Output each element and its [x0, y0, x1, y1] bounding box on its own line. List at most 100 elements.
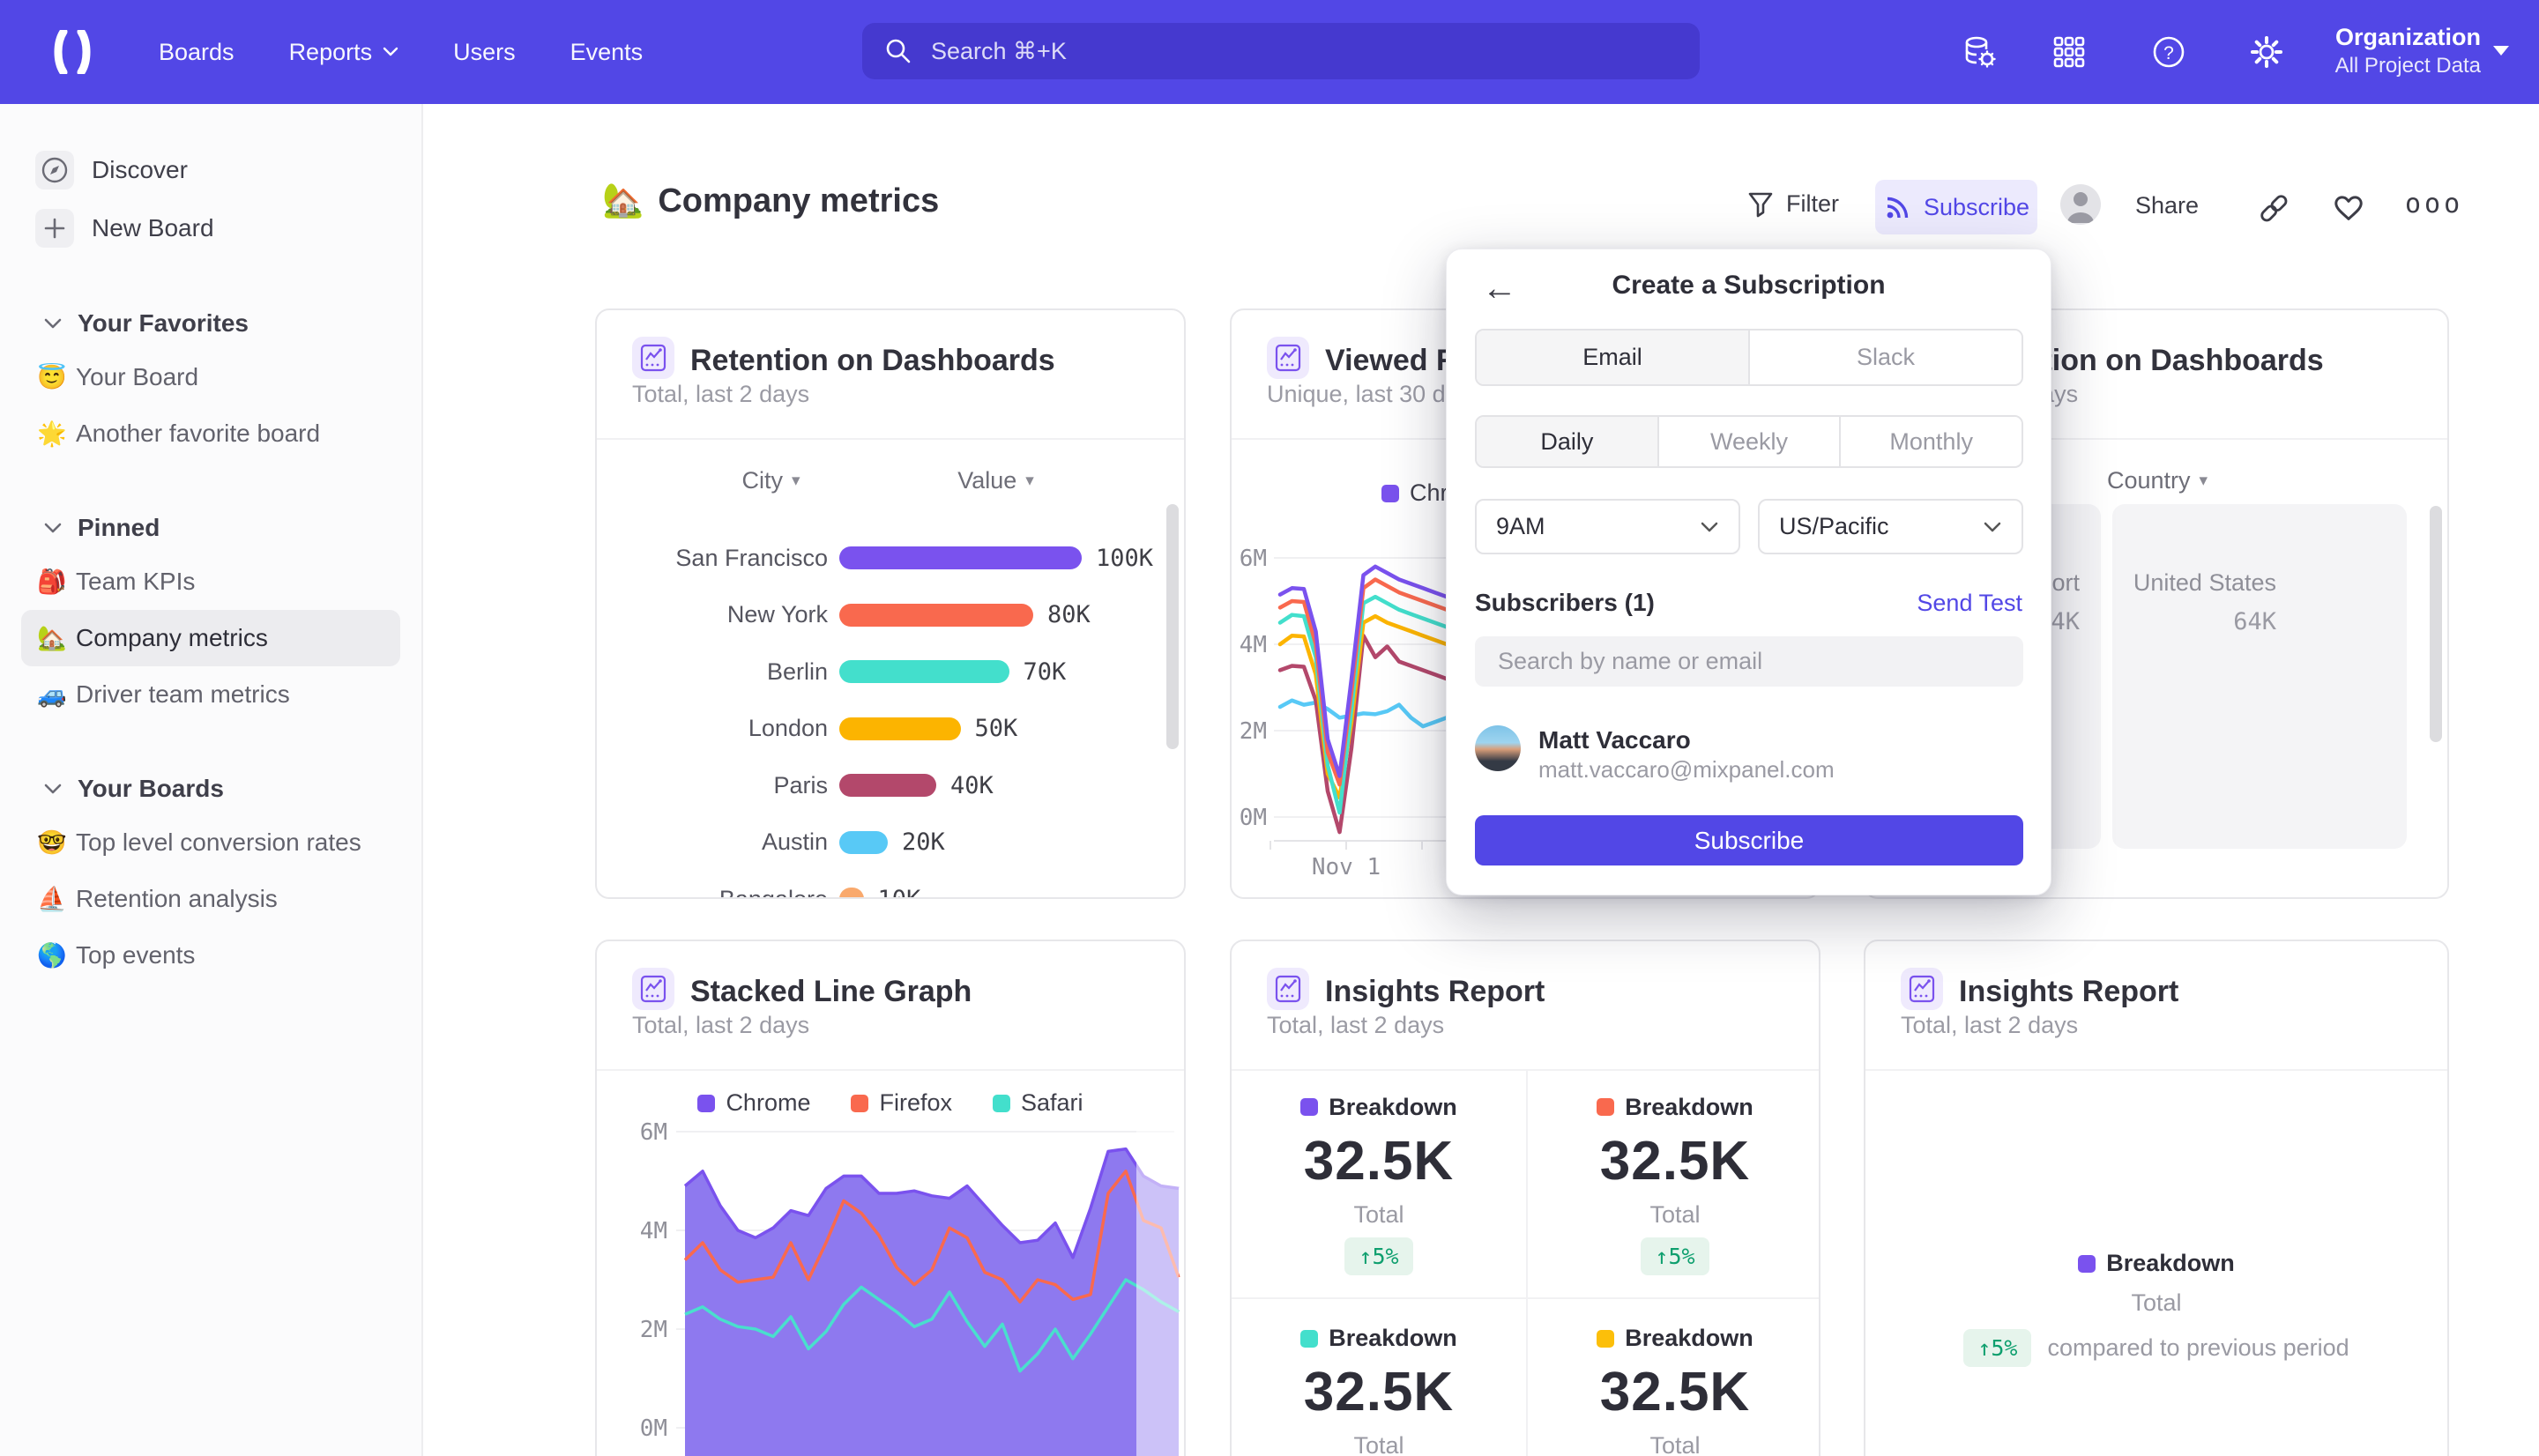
more-options-button[interactable]: ooo: [2405, 189, 2463, 219]
table-row[interactable]: Berlin70K: [597, 649, 1184, 695]
metric-block: Breakdown Total ↑5% compared to previous…: [1865, 1250, 2447, 1367]
value-bar: [839, 774, 936, 797]
sidebar-section-your-boards[interactable]: Your Boards: [0, 763, 421, 814]
row-value: 10K: [878, 886, 921, 900]
help-icon[interactable]: ?: [2151, 34, 2186, 70]
sidebar-discover[interactable]: Discover: [0, 141, 421, 199]
sidebar-item-label: Another favorite board: [76, 420, 320, 448]
person-icon: [2060, 184, 2101, 225]
legend-swatch: [1597, 1330, 1614, 1348]
sidebar-item-driver-team-metrics[interactable]: 🚙Driver team metrics: [21, 666, 400, 723]
sidebar-item-team-kpis[interactable]: 🎒Team KPIs: [21, 553, 400, 610]
sidebar-item-top-level-conversion-rates[interactable]: 🤓Top level conversion rates: [21, 814, 400, 871]
timezone-value: US/Pacific: [1779, 513, 1889, 540]
metric-sub: Total: [2131, 1289, 2181, 1317]
table-row[interactable]: London50K: [597, 706, 1184, 752]
global-search[interactable]: [862, 23, 1700, 79]
timezone-select[interactable]: US/Pacific: [1758, 499, 2023, 554]
table-row[interactable]: Bangalore 10K: [597, 876, 1184, 899]
filter-button[interactable]: Filter: [1746, 189, 1839, 219]
sidebar-section-label: Your Favorites: [78, 309, 249, 338]
mixpanel-logo-icon[interactable]: [49, 30, 95, 74]
metric-sub: Total: [1353, 1201, 1404, 1229]
subscriber-search-input[interactable]: [1475, 636, 2023, 687]
value-bar: [839, 717, 961, 740]
value-bar: [839, 604, 1033, 627]
tab-email[interactable]: Email: [1477, 331, 1750, 384]
sidebar-section-label: Your Boards: [78, 775, 224, 803]
tab-slack[interactable]: Slack: [1750, 331, 2022, 384]
board-emoji: 🚙: [37, 680, 76, 709]
country-cell-united-states[interactable]: United States 64K: [2112, 504, 2407, 849]
sidebar-item-another-favorite-board[interactable]: 🌟Another favorite board: [21, 405, 400, 462]
tab-weekly[interactable]: Weekly: [1659, 417, 1842, 466]
table-row[interactable]: Paris40K: [597, 762, 1184, 808]
sidebar-item-top-events[interactable]: 🌎Top events: [21, 927, 400, 984]
nav-item-reports[interactable]: Reports: [289, 39, 399, 66]
sort-caret-icon: ▾: [2200, 471, 2208, 491]
time-value: 9AM: [1496, 513, 1545, 540]
svg-text:2M: 2M: [1240, 718, 1267, 745]
data-pipelines-icon[interactable]: [1962, 34, 1997, 70]
metric-legend: Breakdown: [1597, 1325, 1753, 1352]
table-row[interactable]: San Francisco100K: [597, 535, 1184, 581]
user-avatar[interactable]: [2060, 184, 2101, 225]
nav-item-users[interactable]: Users: [453, 39, 516, 66]
metric-legend: Breakdown: [1300, 1325, 1457, 1352]
sidebar-item-retention-analysis[interactable]: ⛵Retention analysis: [21, 871, 400, 927]
svg-text:6M: 6M: [640, 1119, 667, 1146]
copy-link-icon[interactable]: [2256, 192, 2291, 224]
scrollbar[interactable]: [2430, 506, 2442, 742]
org-switcher[interactable]: Organization All Project Data: [2335, 21, 2481, 79]
sidebar-item-label: Company metrics: [76, 624, 268, 652]
metric-value: 32.5K: [1600, 1361, 1750, 1423]
legend-label: Breakdown: [2106, 1250, 2235, 1277]
column-header-country[interactable]: Country▾: [2056, 467, 2259, 494]
filter-funnel-icon: [1746, 189, 1776, 219]
share-button[interactable]: Share: [2135, 192, 2199, 219]
sidebar-new-board[interactable]: New Board: [0, 199, 421, 257]
row-value: 80K: [1047, 601, 1091, 628]
tab-monthly[interactable]: Monthly: [1841, 417, 2022, 466]
subscribe-button[interactable]: Subscribe: [1875, 180, 2037, 234]
board-emoji: 🎒: [37, 568, 76, 596]
metric-legend: Breakdown: [2078, 1250, 2235, 1277]
send-test-link[interactable]: Send Test: [1917, 590, 2022, 617]
nav-item-events[interactable]: Events: [570, 39, 644, 66]
frequency-tabs: DailyWeeklyMonthly: [1475, 415, 2023, 468]
metric-sub: Total: [1649, 1201, 1700, 1229]
table-row[interactable]: New York 80K: [597, 592, 1184, 638]
delta-badge: ↑5%: [1963, 1329, 2031, 1367]
row-city-label: Bangalore: [597, 886, 828, 900]
value-bar: [839, 831, 888, 854]
board-emoji: 🌟: [37, 420, 76, 448]
card-title: Insights Report: [1325, 975, 1545, 1009]
nav-item-label: Boards: [159, 39, 235, 66]
modal-subscribe-button[interactable]: Subscribe: [1475, 815, 2023, 865]
sidebar: Discover New Board Your Favorites 😇Your B…: [0, 104, 423, 1456]
tab-daily[interactable]: Daily: [1477, 417, 1659, 466]
row-city-label: Berlin: [597, 658, 828, 686]
sidebar-item-your-board[interactable]: 😇Your Board: [21, 349, 400, 405]
sidebar-section-your-favorites[interactable]: Your Favorites: [0, 298, 421, 349]
time-select[interactable]: 9AM: [1475, 499, 1740, 554]
search-input[interactable]: [929, 37, 1638, 66]
value-bar: [839, 546, 1082, 569]
settings-gear-icon[interactable]: [2249, 34, 2284, 70]
row-city-label: New York: [597, 601, 828, 628]
apps-grid-icon[interactable]: [2051, 34, 2087, 70]
metric-value: 32.5K: [1304, 1130, 1454, 1192]
subscriber-name: Matt Vaccaro: [1538, 726, 1691, 754]
sidebar-section-pinned[interactable]: Pinned: [0, 502, 421, 553]
chevron-down-icon: [44, 318, 62, 330]
svg-text:4M: 4M: [640, 1218, 667, 1244]
delta-badge: ↑5%: [1344, 1237, 1412, 1275]
nav-item-boards[interactable]: Boards: [159, 39, 235, 66]
report-chart-icon: [1267, 968, 1309, 1010]
table-row[interactable]: Austin20K: [597, 820, 1184, 865]
legend-swatch: [1300, 1330, 1318, 1348]
svg-text:?: ?: [2163, 43, 2174, 63]
sidebar-item-company-metrics[interactable]: 🏡Company metrics: [21, 610, 400, 666]
favorite-heart-icon[interactable]: [2331, 190, 2366, 224]
scrollbar[interactable]: [1166, 504, 1179, 749]
